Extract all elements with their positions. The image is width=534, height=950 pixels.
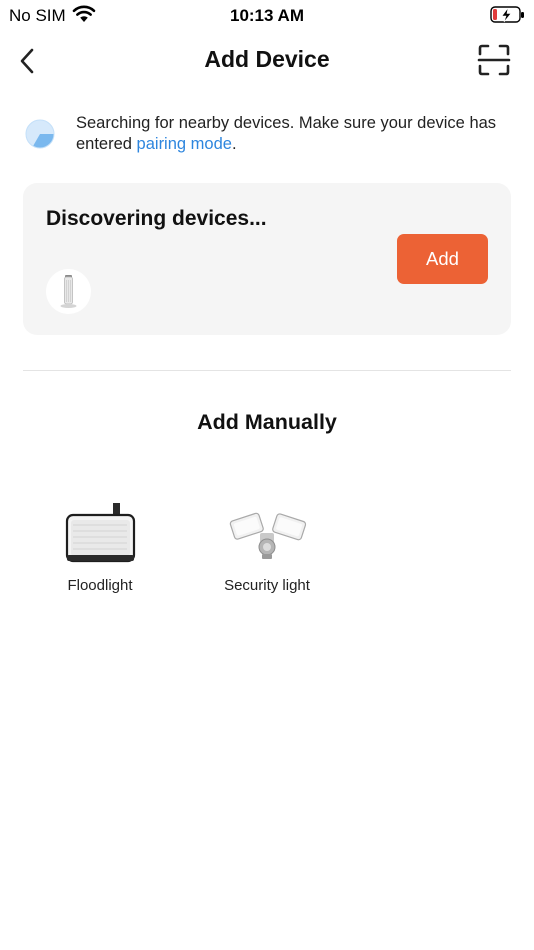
status-time: 10:13 AM xyxy=(229,6,304,25)
discovered-devices-card: Discovering devices... Add xyxy=(23,183,511,335)
chevron-left-icon xyxy=(20,48,34,74)
nav-bar: Add Device xyxy=(0,36,534,86)
search-instructions: Searching for nearby devices. Make sure … xyxy=(76,113,516,155)
add-manually-title: Add Manually xyxy=(197,410,337,434)
tower-fan-icon xyxy=(60,275,77,308)
device-label: Security light xyxy=(224,577,310,594)
device-tile-floodlight[interactable]: Floodlight xyxy=(35,495,165,605)
discovered-device-avatar[interactable] xyxy=(46,269,91,314)
add-device-screen: No SIM 10:13 AM Add Device Searching for… xyxy=(0,0,534,950)
section-divider xyxy=(23,370,511,371)
device-tile-security-light[interactable]: Security light xyxy=(202,495,332,605)
device-label: Floodlight xyxy=(67,577,133,594)
discovering-title: Discovering devices... xyxy=(46,207,267,230)
pairing-mode-link[interactable]: pairing mode xyxy=(137,135,232,153)
back-button[interactable] xyxy=(12,42,44,78)
battery-charging-icon xyxy=(490,5,526,30)
scan-icon xyxy=(477,44,511,76)
search-text-end: . xyxy=(231,135,237,153)
add-button[interactable]: Add xyxy=(397,234,488,284)
scan-qr-button[interactable] xyxy=(476,42,512,78)
searching-spinner-icon xyxy=(25,119,55,149)
floodlight-icon xyxy=(35,495,165,565)
page-title: Add Device xyxy=(204,46,330,72)
status-bar: No SIM 10:13 AM xyxy=(0,0,534,30)
security-light-icon xyxy=(202,495,332,565)
